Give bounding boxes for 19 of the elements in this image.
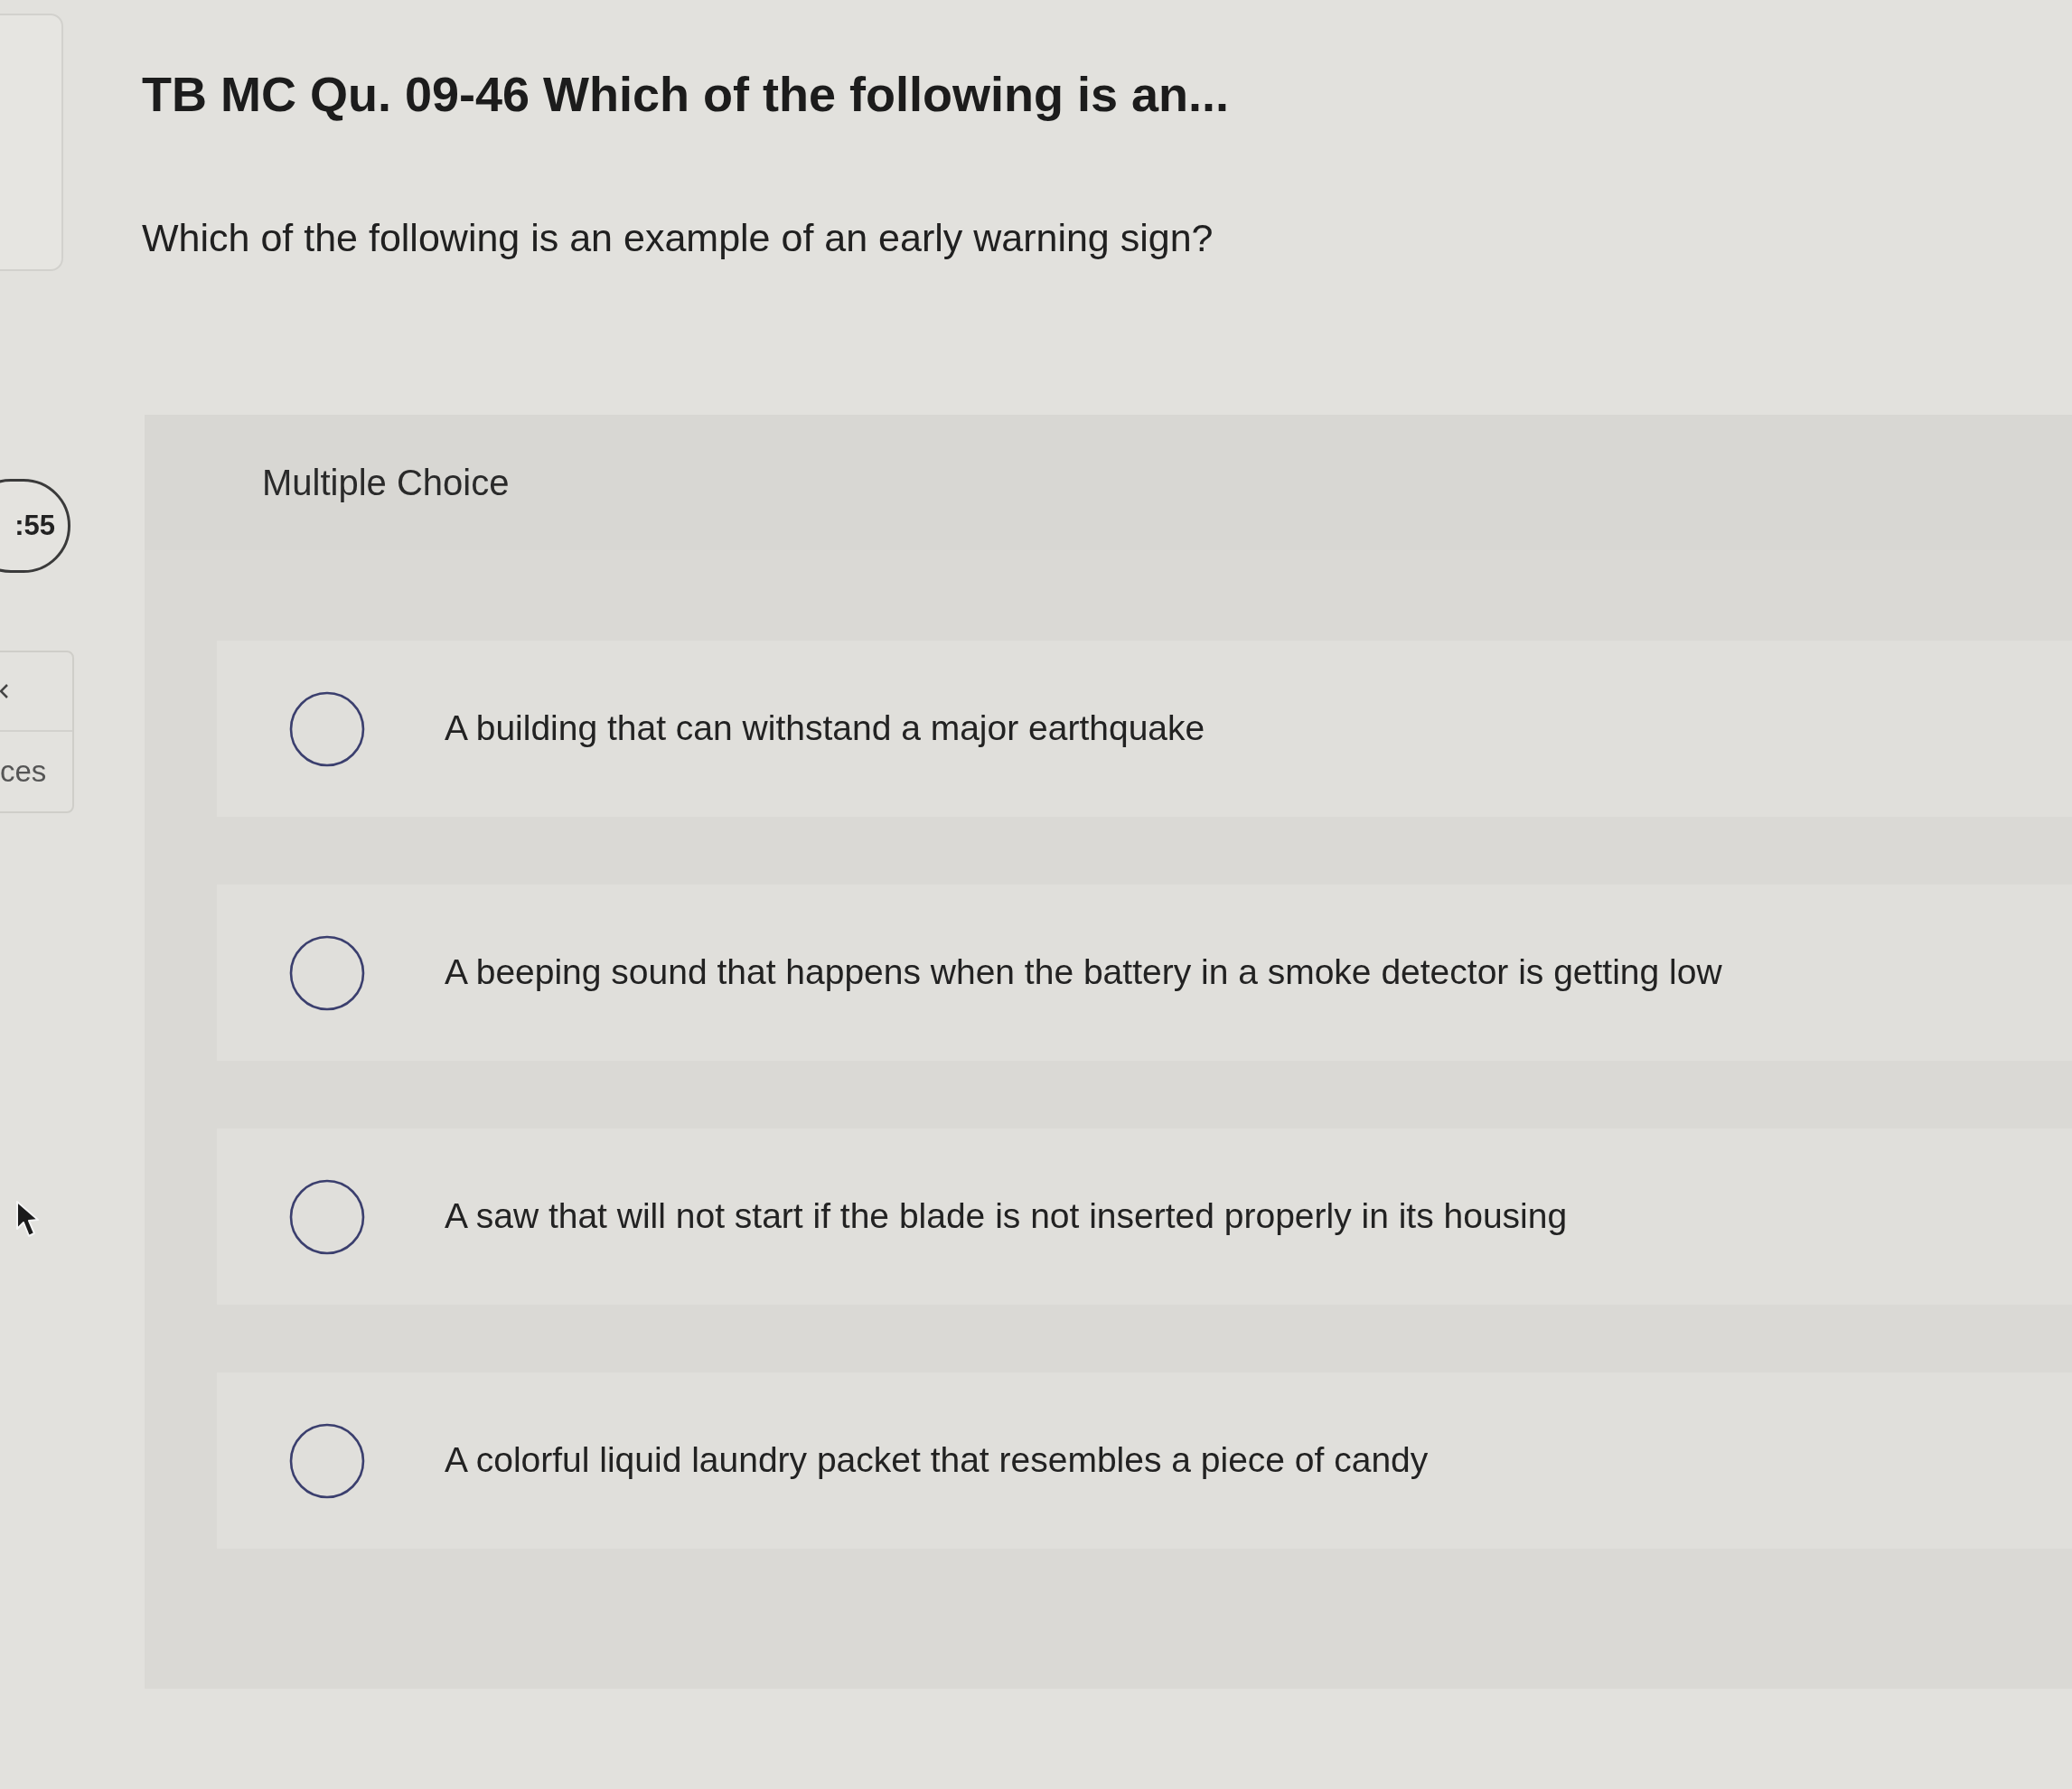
chevron-left-icon[interactable]	[0, 683, 9, 699]
nav-link[interactable]: ces	[0, 749, 47, 794]
option-text: A saw that will not start if the blade is not inserted properly in its housing	[445, 1195, 1568, 1238]
question-text: Which of the following is an example of an early warning sign?	[142, 215, 1214, 261]
question-type-label: Multiple Choice	[262, 462, 510, 504]
radio-button[interactable]	[289, 690, 365, 767]
option-card[interactable]: A saw that will not start if the blade is not inserted properly in its housing	[217, 1129, 2072, 1305]
option-text: A beeping sound that happens when the battery in a smoke detector is getting low	[445, 951, 1722, 994]
radio-button[interactable]	[289, 1178, 365, 1255]
radio-button[interactable]	[289, 1422, 365, 1499]
option-card[interactable]: A beeping sound that happens when the battery in a smoke detector is getting low	[217, 885, 2072, 1061]
option-card[interactable]: A building that can withstand a major earthquake	[217, 641, 2072, 817]
radio-button[interactable]	[289, 934, 365, 1011]
option-card[interactable]: A colorful liquid laundry packet that resembles a piece of candy	[217, 1372, 2072, 1549]
option-text: A building that can withstand a major earthquake	[445, 707, 1205, 750]
question-title: TB MC Qu. 09-46 Which of the following is an...	[142, 66, 1230, 123]
cursor-icon	[15, 1200, 41, 1240]
option-text: A colorful liquid laundry packet that resembles a piece of candy	[445, 1439, 1429, 1482]
timer-pill: :55	[0, 479, 70, 573]
